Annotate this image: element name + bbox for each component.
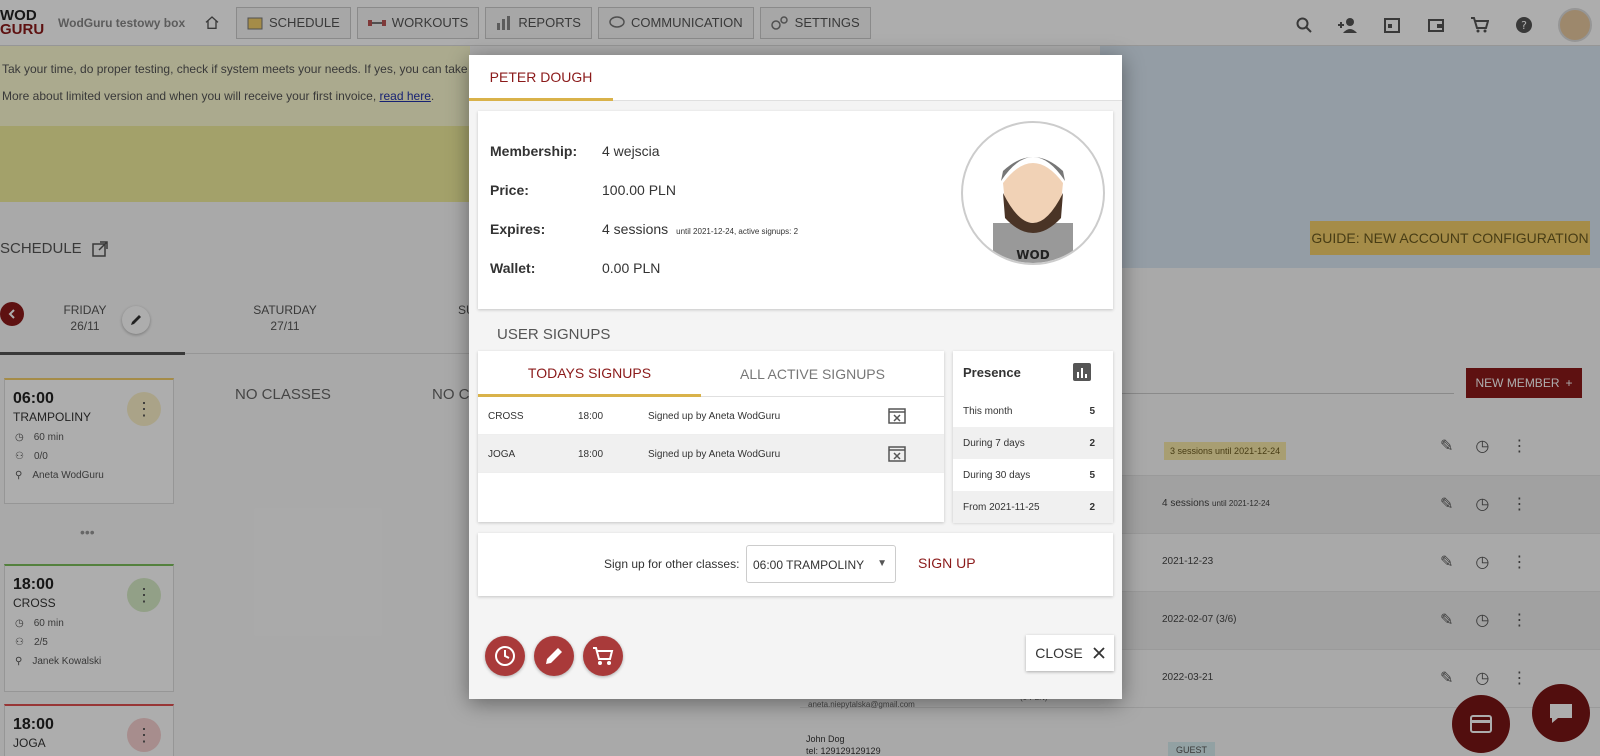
membership-info: Membership: 4 wejscia Price: 100.00 PLN … — [478, 111, 1113, 309]
signup-time: 18:00 — [578, 411, 604, 422]
tab-all-active-signups[interactable]: ALL ACTIVE SIGNUPS — [701, 351, 924, 397]
close-button[interactable]: CLOSE — [1026, 635, 1114, 671]
bar-chart-icon[interactable] — [1073, 363, 1091, 381]
presence-title: Presence — [963, 365, 1021, 380]
expires-value-row: 4 sessions until 2021-12-24, active signu… — [602, 221, 798, 237]
user-signups-title: USER SIGNUPS — [497, 326, 611, 343]
price-label: Price: — [490, 182, 529, 198]
tab-todays-signups[interactable]: TODAYS SIGNUPS — [478, 351, 701, 397]
signup-by: Signed up by Aneta WodGuru — [648, 411, 781, 422]
presence-row: During 30 days 5 — [953, 459, 1113, 491]
signup-other-label: Sign up for other classes: — [604, 557, 740, 571]
sign-up-button[interactable]: SIGN UP — [918, 555, 976, 571]
presence-value: 5 — [1089, 470, 1095, 481]
presence-row: From 2021-11-25 2 — [953, 491, 1113, 523]
signup-class: JOGA — [488, 449, 516, 460]
presence-label: From 2021-11-25 — [963, 502, 1040, 513]
member-details-modal: PETER DOUGH Membership: 4 wejscia Price:… — [469, 55, 1122, 699]
presence-label: During 30 days — [963, 470, 1031, 481]
member-photo: WOD — [961, 121, 1105, 265]
presence-label: During 7 days — [963, 438, 1025, 449]
history-button[interactable] — [485, 636, 525, 676]
signup-row: CROSS 18:00 Signed up by Aneta WodGuru — [478, 397, 944, 435]
membership-label: Membership: — [490, 143, 578, 159]
wallet-value: 0.00 PLN — [602, 260, 661, 276]
expires-value: 4 sessions — [602, 221, 669, 237]
signup-class: CROSS — [488, 411, 524, 422]
wallet-label: Wallet: — [490, 260, 536, 276]
modal-header: PETER DOUGH — [469, 55, 1122, 101]
clock-icon — [495, 646, 515, 666]
presence-value: 2 — [1089, 438, 1095, 449]
dropdown-arrow-icon: ▼ — [877, 558, 887, 569]
shirt-logo-text: WOD — [1016, 248, 1049, 262]
close-icon — [1093, 647, 1105, 659]
cart-icon — [593, 647, 614, 665]
signup-by: Signed up by Aneta WodGuru — [648, 449, 781, 460]
expires-detail: until 2021-12-24, active signups: 2 — [676, 227, 799, 236]
price-value: 100.00 PLN — [602, 182, 676, 198]
presence-panel: Presence This month 5 During 7 days 2 Duri… — [953, 351, 1113, 523]
class-select[interactable]: 06:00 TRAMPOLINY ▼ — [746, 545, 896, 583]
presence-header: Presence — [953, 351, 1113, 395]
class-select-value: 06:00 TRAMPOLINY — [753, 558, 865, 572]
cancel-signup-icon[interactable] — [888, 444, 906, 462]
pencil-icon — [546, 648, 562, 664]
member-name-tab[interactable]: PETER DOUGH — [469, 55, 613, 101]
cancel-signup-icon[interactable] — [888, 406, 906, 424]
membership-value: 4 wejscia — [602, 143, 660, 159]
shop-button[interactable] — [583, 636, 623, 676]
edit-member-button[interactable] — [534, 636, 574, 676]
close-label: CLOSE — [1035, 645, 1083, 661]
presence-value: 2 — [1089, 502, 1095, 513]
signups-tabs: TODAYS SIGNUPS ALL ACTIVE SIGNUPS — [478, 351, 944, 397]
signups-panel: TODAYS SIGNUPS ALL ACTIVE SIGNUPS CROSS … — [478, 351, 944, 522]
signup-time: 18:00 — [578, 449, 604, 460]
signup-row: JOGA 18:00 Signed up by Aneta WodGuru — [478, 435, 944, 473]
presence-label: This month — [963, 406, 1013, 417]
presence-row: This month 5 — [953, 395, 1113, 427]
presence-row: During 7 days 2 — [953, 427, 1113, 459]
signup-other-panel: Sign up for other classes: 06:00 TRAMPOL… — [478, 533, 1113, 596]
presence-value: 5 — [1089, 406, 1095, 417]
expires-label: Expires: — [490, 221, 546, 237]
